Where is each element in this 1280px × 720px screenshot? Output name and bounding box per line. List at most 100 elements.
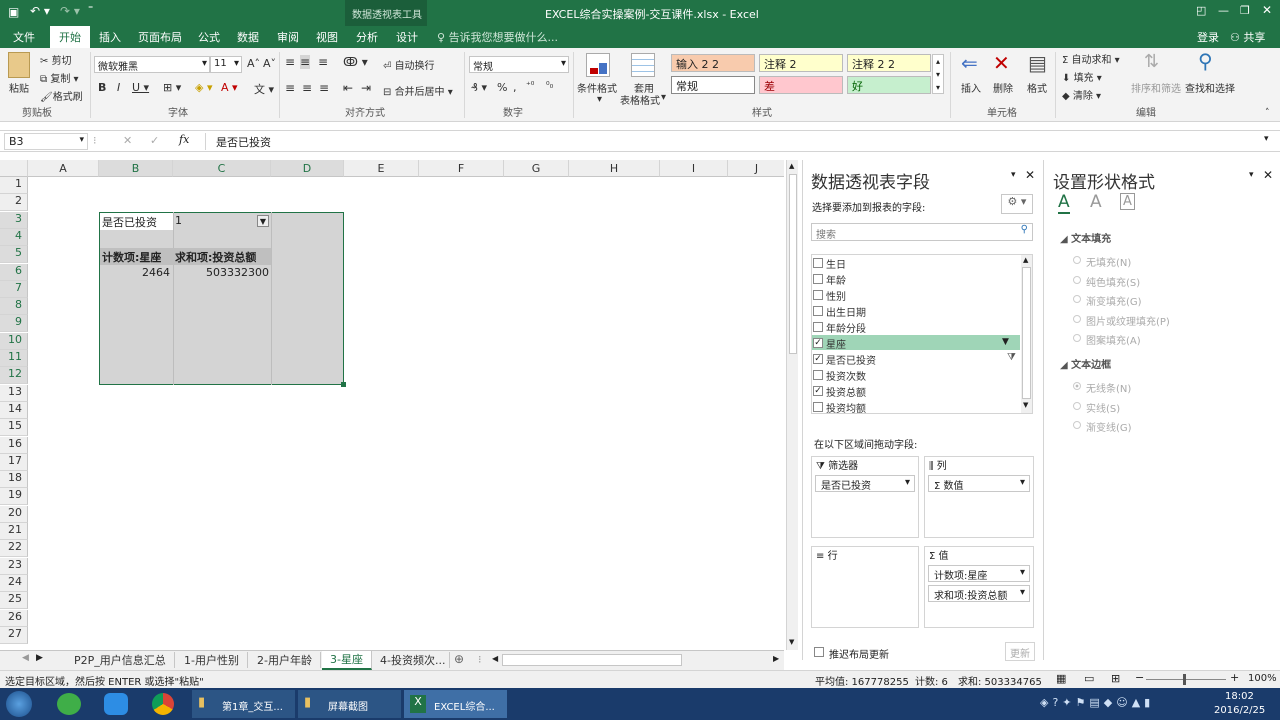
field-checkbox[interactable] [813,306,823,316]
field-checkbox[interactable]: ✓ [813,354,823,364]
clock-time[interactable]: 18:02 [1225,691,1254,702]
field-label[interactable]: 年龄 [826,272,846,287]
shape-pane-options-icon[interactable]: ▾ [1249,170,1254,180]
tabs-splitter[interactable]: ⁝ [478,653,482,666]
font-name-select[interactable]: 微软雅黑 ▾ [94,56,210,73]
cell-style-note22[interactable]: 注释 2 2 [847,54,931,72]
percent-icon[interactable]: % [497,81,507,94]
align-middle-icon[interactable]: ≡ [300,55,311,69]
format-painter-button[interactable]: 🖌格式刷 [40,88,83,103]
enter-icon[interactable]: ✓ [150,134,159,147]
cut-button[interactable]: ✂ 剪切 [40,52,72,67]
fill-button[interactable]: ⬇ 填充 ▾ [1062,69,1102,84]
field-label[interactable]: 性别 [826,288,846,303]
grow-font-icon[interactable]: A˄ [247,57,260,70]
row-header[interactable]: 6 [0,263,28,281]
tab-analyze[interactable]: 分析 [356,29,378,45]
table-format-label-2[interactable]: 表格格式 [620,92,660,107]
taskbar-item[interactable]: ▮ 屏幕截图 [298,690,401,718]
field-label[interactable]: 出生日期 [826,304,866,319]
align-bottom-icon[interactable]: ≡ [318,55,328,69]
row-header[interactable]: 4 [0,228,28,246]
border-radio[interactable] [1073,382,1081,390]
column-header[interactable]: B [99,160,173,177]
column-header[interactable]: H [569,160,660,177]
row-header[interactable]: 12 [0,367,28,385]
undo-icon[interactable]: ↶ ▾ [30,4,50,18]
field-list-scrollbar[interactable]: ▲ ▼ [1021,255,1032,413]
field-dropdown-icon[interactable]: ▼ [1002,337,1009,347]
bold-icon[interactable]: B [98,81,106,94]
filter-icon[interactable]: ▼ [257,215,269,227]
cell-style-good[interactable]: 好 [847,76,931,94]
list-scroll-down-icon[interactable]: ▼ [1023,401,1028,409]
defer-update-checkbox[interactable] [814,647,824,657]
app-icon[interactable] [104,693,128,715]
orientation-icon[interactable]: ↂ ▾ [343,55,368,69]
tab-formulas[interactable]: 公式 [198,29,220,45]
field-label[interactable]: 投资均额 [826,400,866,415]
fill-radio[interactable] [1073,314,1081,323]
font-color-icon[interactable]: A ▾ [221,81,238,94]
field-checkbox[interactable]: ✓ [813,386,823,396]
fill-radio[interactable] [1073,275,1081,284]
scroll-down-icon[interactable]: ▼ [789,638,794,646]
fill-radio[interactable] [1073,334,1081,342]
update-button[interactable]: 更新 [1005,642,1035,661]
field-checkbox[interactable] [813,274,823,284]
comma-icon[interactable]: , [513,81,517,94]
row-header[interactable]: 26 [0,609,28,627]
row-header[interactable]: 16 [0,436,28,454]
row-header[interactable]: 17 [0,453,28,471]
font-size-select[interactable]: 11 ▾ [210,56,242,73]
pivot-filter-label[interactable]: 是否已投资 [102,214,157,230]
conditional-format-button[interactable]: 条件格式 [577,80,617,95]
minimize-icon[interactable]: — [1218,4,1229,17]
increase-indent-icon[interactable]: ⇥ [361,81,371,95]
row-header[interactable]: 7 [0,280,28,298]
field-search-input[interactable]: 搜索 ⚲ [811,223,1033,241]
name-box[interactable]: B3 ▾ [4,133,88,150]
add-sheet-icon[interactable]: ⊕ [454,652,464,666]
row-header[interactable]: 9 [0,315,28,333]
list-scroll-up-icon[interactable]: ▲ [1023,256,1028,264]
worksheet-grid[interactable]: A B C D E F G H I J 1 2 3 4 5 6 7 8 9 10 11 12 13 14 1… [0,160,784,650]
paste-icon[interactable] [8,52,30,78]
pivot-filter-value[interactable]: 1 [175,214,182,227]
hscroll-left-icon[interactable]: ◀ [492,654,498,663]
vertical-scrollbar[interactable]: ▲ ▼ [786,160,798,650]
tab-design[interactable]: 设计 [396,29,418,45]
fill-radio[interactable] [1073,295,1081,303]
copy-button[interactable]: ⧉ 复制 ▾ [40,70,79,85]
column-header[interactable]: G [504,160,569,177]
italic-icon[interactable]: I [117,81,120,94]
select-all-corner[interactable] [0,160,28,177]
field-checkbox[interactable] [813,258,823,268]
field-label[interactable]: 投资总额 [826,384,866,399]
tray-icons[interactable]: ◈?✦⚑▤◆☺▲▮ [1040,696,1154,709]
textbox-tab-icon[interactable]: A [1120,193,1135,210]
fill-handle[interactable] [341,382,346,387]
row-header[interactable]: 3 [0,211,28,229]
border-radio[interactable] [1073,421,1081,429]
wrap-text-button[interactable]: ⏎ 自动换行 [383,57,435,72]
row-header[interactable]: 18 [0,471,28,489]
sheet-tab[interactable]: 2-用户年龄 [249,652,321,668]
sheet-tab[interactable]: P2P_用户信息汇总 [66,652,175,668]
tab-review[interactable]: 审阅 [277,29,299,45]
merge-center-button[interactable]: ⊟ 合并后居中 ▾ [383,83,453,98]
row-header[interactable]: 19 [0,488,28,506]
text-border-section[interactable]: ◢ 文本边框 [1060,356,1111,371]
decrease-indent-icon[interactable]: ⇤ [343,81,353,95]
column-header[interactable]: D [271,160,344,177]
field-checkbox[interactable]: ✓ [813,338,823,348]
ie-icon[interactable] [57,693,81,715]
page-break-view-icon[interactable]: ⊞ [1111,672,1120,685]
autosum-button[interactable]: Σ 自动求和 ▾ [1062,51,1120,66]
taskbar-item[interactable]: X EXCEL综合... [404,690,507,718]
customize-qat-icon[interactable]: ⁼ [88,4,93,15]
row-header[interactable]: 24 [0,574,28,592]
phonetic-icon[interactable]: 文 ▾ [254,81,274,97]
row-header[interactable]: 8 [0,298,28,316]
field-checkbox[interactable] [813,322,823,332]
